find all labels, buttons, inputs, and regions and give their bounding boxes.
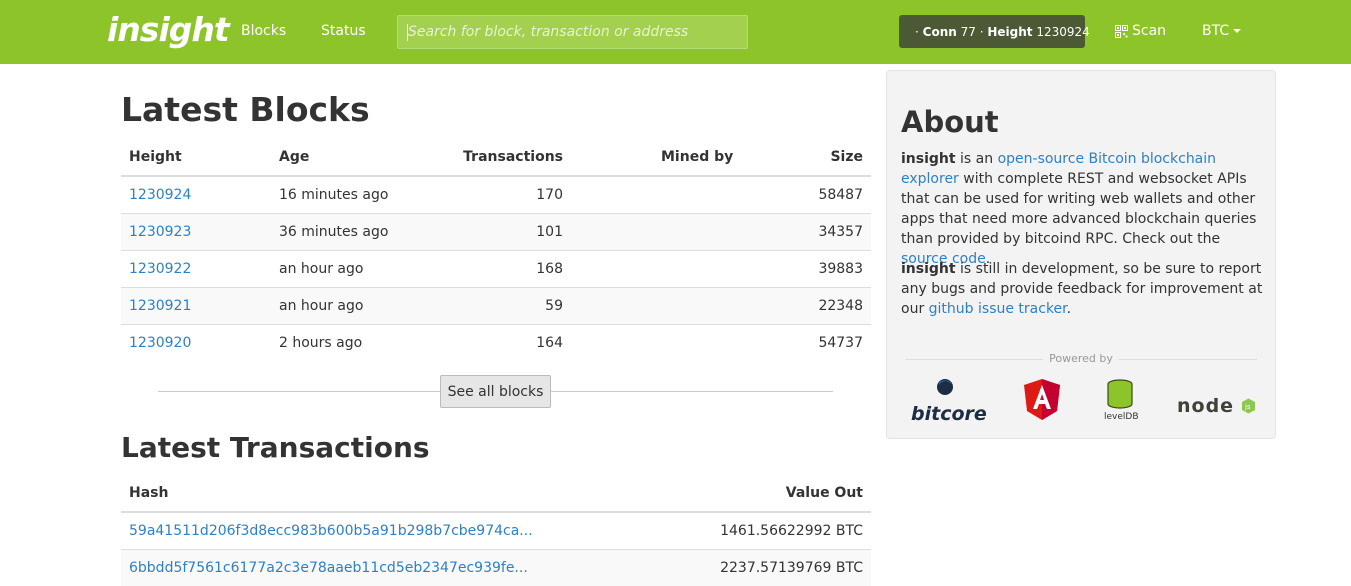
block-height-link[interactable]: 1230924: [129, 187, 191, 203]
table-row: 1230922 an hour ago 168 39883: [121, 249, 871, 287]
nodejs-logo[interactable]: node js: [1177, 395, 1257, 417]
svg-text:js: js: [1244, 403, 1251, 411]
tx-hash-link[interactable]: 6bbdd5f7561c6177a2c3e78aaeb11cd5eb2347ec…: [129, 560, 528, 576]
node-wordmark: node: [1177, 395, 1235, 417]
bitcore-wordmark: bitcore: [911, 403, 987, 425]
nav-link-status[interactable]: Status: [321, 23, 366, 39]
about-paragraph-2: insight is still in development, so be s…: [901, 261, 1263, 317]
block-age: an hour ago: [271, 249, 431, 287]
transactions-header-row: Hash Value Out: [121, 475, 871, 513]
col-height: Height: [121, 139, 271, 177]
block-size: 54737: [751, 323, 871, 361]
see-all-blocks-button[interactable]: See all blocks: [440, 375, 551, 408]
about-title: About: [901, 105, 999, 139]
col-age: Age: [271, 139, 431, 177]
block-height-link[interactable]: 1230921: [129, 298, 191, 314]
database-icon: [1107, 379, 1133, 409]
block-miner: [571, 323, 751, 361]
bitcore-logo[interactable]: bitcore: [911, 376, 987, 426]
search-input[interactable]: [398, 16, 747, 48]
conn-value: 77: [960, 24, 976, 39]
col-size: Size: [751, 139, 871, 177]
table-row: 1230923 36 minutes ago 101 34357: [121, 212, 871, 250]
insight-strong: insight: [901, 261, 956, 277]
block-size: 34357: [751, 212, 871, 250]
col-mined-by: Mined by: [571, 139, 751, 177]
issue-tracker-link[interactable]: github issue tracker: [929, 301, 1067, 317]
conn-label: Conn: [922, 24, 957, 39]
angularjs-logo[interactable]: [1022, 378, 1062, 422]
currency-dropdown[interactable]: BTC: [1202, 23, 1242, 39]
chevron-down-icon: [1233, 29, 1242, 33]
leveldb-wordmark: levelDB: [1104, 412, 1139, 422]
block-age: 2 hours ago: [271, 323, 431, 361]
search-box[interactable]: [397, 15, 748, 49]
scan-label: Scan: [1132, 23, 1167, 39]
qrcode-icon: [1115, 24, 1128, 38]
tx-hash-link[interactable]: 59a41511d206f3d8ecc983b600b5a91b298b7cbe…: [129, 523, 533, 539]
tx-value-out: 1461.56622992 BTC: [571, 511, 871, 549]
col-value-out: Value Out: [571, 475, 871, 513]
transactions-table: Hash Value Out 59a41511d206f3d8ecc983b60…: [121, 475, 871, 586]
brand-logo[interactable]: insight: [107, 10, 230, 49]
table-row: 1230921 an hour ago 59 22348: [121, 286, 871, 324]
col-transactions: Transactions: [431, 139, 571, 177]
blocks-table: Height Age Transactions Mined by Size 12…: [121, 139, 871, 361]
block-height-link[interactable]: 1230922: [129, 261, 191, 277]
block-height-link[interactable]: 1230923: [129, 224, 191, 240]
table-row: 6bbdd5f7561c6177a2c3e78aaeb11cd5eb2347ec…: [121, 548, 871, 586]
insight-strong: insight: [901, 151, 956, 167]
block-height-link[interactable]: 1230920: [129, 335, 191, 351]
block-tx-count: 168: [431, 249, 571, 287]
about-paragraph-1: insight is an open-source Bitcoin blockc…: [901, 151, 1257, 267]
nav-link-blocks[interactable]: Blocks: [241, 23, 286, 39]
block-miner: [571, 249, 751, 287]
powered-by-label: Powered by: [905, 352, 1257, 366]
latest-transactions-title: Latest Transactions: [121, 431, 430, 464]
table-row: 1230920 2 hours ago 164 54737: [121, 323, 871, 361]
status-dot: ·: [915, 24, 923, 39]
height-value: 1230924: [1036, 24, 1090, 39]
block-age: 16 minutes ago: [271, 175, 431, 213]
navbar: insight Blocks Status · Conn 77 · Height…: [0, 0, 1351, 64]
tx-value-out: 2237.57139769 BTC: [571, 548, 871, 586]
text-cursor: [407, 24, 408, 41]
block-size: 39883: [751, 249, 871, 287]
blocks-header-row: Height Age Transactions Mined by Size: [121, 139, 871, 177]
block-tx-count: 59: [431, 286, 571, 324]
table-row: 59a41511d206f3d8ecc983b600b5a91b298b7cbe…: [121, 511, 871, 549]
block-tx-count: 170: [431, 175, 571, 213]
block-size: 22348: [751, 286, 871, 324]
leveldb-logo[interactable]: levelDB: [1104, 379, 1139, 425]
col-hash: Hash: [121, 475, 571, 513]
table-row: 1230924 16 minutes ago 170 58487: [121, 175, 871, 213]
about-panel: About insight is an open-source Bitcoin …: [886, 70, 1276, 439]
block-miner: [571, 175, 751, 213]
bitcore-icon: [937, 379, 953, 395]
height-label: Height: [987, 24, 1033, 39]
block-age: 36 minutes ago: [271, 212, 431, 250]
block-tx-count: 164: [431, 323, 571, 361]
currency-label: BTC: [1202, 23, 1230, 39]
block-miner: [571, 212, 751, 250]
block-size: 58487: [751, 175, 871, 213]
block-tx-count: 101: [431, 212, 571, 250]
latest-blocks-title: Latest Blocks: [121, 90, 370, 129]
block-miner: [571, 286, 751, 324]
scan-button[interactable]: Scan: [1115, 23, 1166, 39]
hexagon-icon: js: [1242, 398, 1255, 414]
block-age: an hour ago: [271, 286, 431, 324]
connection-status-badge[interactable]: · Conn 77 · Height 1230924: [899, 15, 1090, 48]
